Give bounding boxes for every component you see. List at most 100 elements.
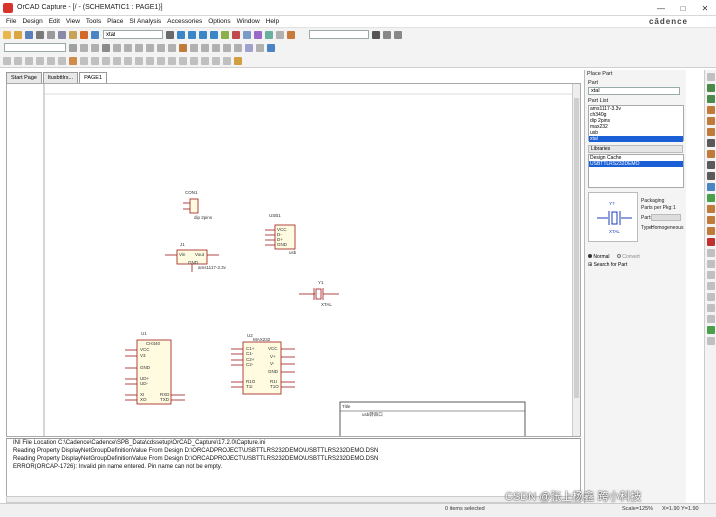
binoculars-icon[interactable] [372, 30, 380, 39]
polyline-icon[interactable] [707, 216, 715, 224]
group-icon[interactable] [124, 56, 132, 65]
pin-icon[interactable] [234, 43, 242, 52]
align-grid-icon[interactable] [201, 56, 209, 65]
undo-icon[interactable] [80, 30, 88, 39]
menu-view[interactable]: View [66, 18, 80, 25]
rectangle-icon[interactable] [707, 227, 715, 235]
fit-icon[interactable] [223, 56, 231, 65]
normal-radio[interactable] [588, 254, 592, 258]
menu-options[interactable]: Options [208, 18, 230, 25]
line-icon[interactable] [707, 205, 715, 213]
part-list-item-selected[interactable]: xtal [589, 136, 683, 142]
netlist-icon[interactable] [243, 30, 251, 39]
menu-help[interactable]: Help [266, 18, 279, 25]
bezier-icon[interactable] [707, 260, 715, 268]
part-search-combo[interactable] [103, 30, 163, 39]
find-icon[interactable] [166, 30, 174, 39]
menu-si-analysis[interactable]: SI Analysis [129, 18, 161, 25]
h-space-icon[interactable] [168, 56, 176, 65]
expand-icon[interactable]: ⊞ [588, 262, 592, 268]
menu-accessories[interactable]: Accessories [167, 18, 202, 25]
ref-icon[interactable] [80, 43, 88, 52]
bus-icon[interactable] [256, 43, 264, 52]
ground-icon[interactable] [707, 139, 715, 147]
dropdown-icon[interactable] [383, 30, 391, 39]
off-page-icon[interactable] [707, 150, 715, 158]
text-icon[interactable] [707, 271, 715, 279]
autoconnect-icon[interactable] [707, 337, 715, 345]
search-for-part-row[interactable]: ⊞ Search for Part [585, 262, 686, 268]
array-icon[interactable] [212, 56, 220, 65]
cap-icon[interactable] [267, 43, 275, 52]
rotate-icon[interactable] [135, 43, 143, 52]
v-space-icon[interactable] [179, 56, 187, 65]
menu-design[interactable]: Design [22, 18, 42, 25]
scroll-thumb[interactable] [574, 98, 579, 398]
tools-icon[interactable] [245, 43, 253, 52]
highlight-icon[interactable] [234, 56, 242, 65]
align-center-icon[interactable] [14, 56, 22, 65]
ellipse-icon[interactable] [707, 238, 715, 246]
maximize-button[interactable]: □ [672, 0, 694, 16]
menu-edit[interactable]: Edit [49, 18, 60, 25]
wire-icon[interactable] [707, 84, 715, 92]
space-icon[interactable] [91, 56, 99, 65]
canvas-vertical-scrollbar[interactable] [572, 84, 580, 436]
mirror-icon[interactable] [146, 43, 154, 52]
distribute-icon[interactable] [80, 56, 88, 65]
project-manager-icon[interactable] [276, 30, 284, 39]
drc-icon[interactable] [232, 30, 240, 39]
net-group-place-icon[interactable] [707, 315, 715, 323]
unlock-icon[interactable] [168, 43, 176, 52]
tab-start-page[interactable]: Start Page [6, 72, 42, 83]
tab-project[interactable]: ltusbttlrs... [43, 72, 79, 83]
grid-icon[interactable] [223, 43, 231, 52]
menu-tools[interactable]: Tools [86, 18, 101, 25]
align-right-icon[interactable] [25, 56, 33, 65]
redo-icon[interactable] [91, 30, 99, 39]
paste-icon[interactable] [69, 30, 77, 39]
snap-grid-icon[interactable] [102, 43, 110, 52]
part-number-field[interactable] [651, 214, 681, 221]
settings-icon[interactable] [212, 43, 220, 52]
bus-entry-icon[interactable] [707, 106, 715, 114]
autowire-icon[interactable] [707, 326, 715, 334]
power-icon[interactable] [707, 128, 715, 136]
arc-icon[interactable] [707, 249, 715, 257]
copy-format-icon[interactable] [102, 56, 110, 65]
link-icon[interactable] [190, 43, 198, 52]
area-select-icon[interactable] [113, 43, 121, 52]
options-icon[interactable] [394, 30, 402, 39]
zoom-all-icon[interactable] [210, 30, 218, 39]
new-file-icon[interactable] [3, 30, 11, 39]
menu-window[interactable]: Window [237, 18, 260, 25]
open-folder-icon[interactable] [14, 30, 22, 39]
minimize-button[interactable]: — [650, 0, 672, 16]
junction-icon[interactable] [707, 117, 715, 125]
align-middle-icon[interactable] [47, 56, 55, 65]
hier-port-icon[interactable] [707, 172, 715, 180]
bookmark-icon[interactable] [707, 304, 715, 312]
log-horizontal-scrollbar[interactable] [6, 496, 581, 503]
copy-icon[interactable] [58, 30, 66, 39]
help-icon[interactable] [287, 30, 295, 39]
crossref-icon[interactable] [254, 30, 262, 39]
send-back-icon[interactable] [157, 56, 165, 65]
annotate-icon[interactable] [221, 30, 229, 39]
convert-radio[interactable] [616, 254, 621, 258]
lock-icon[interactable] [157, 43, 165, 52]
bring-front-icon[interactable] [146, 56, 154, 65]
ungroup-icon[interactable] [135, 56, 143, 65]
hier-pin-icon[interactable] [707, 183, 715, 191]
zoom-in-icon[interactable] [177, 30, 185, 39]
snap-icon[interactable] [190, 56, 198, 65]
zoom-area-icon[interactable] [199, 30, 207, 39]
hier-block-icon[interactable] [707, 161, 715, 169]
edit-icon[interactable] [69, 56, 77, 65]
zoom-out-icon[interactable] [188, 30, 196, 39]
part-name-input[interactable] [588, 87, 680, 95]
menu-place[interactable]: Place [107, 18, 123, 25]
search-combo[interactable] [309, 30, 369, 39]
ic-icon[interactable] [179, 43, 187, 52]
close-button[interactable]: ✕ [694, 0, 716, 16]
